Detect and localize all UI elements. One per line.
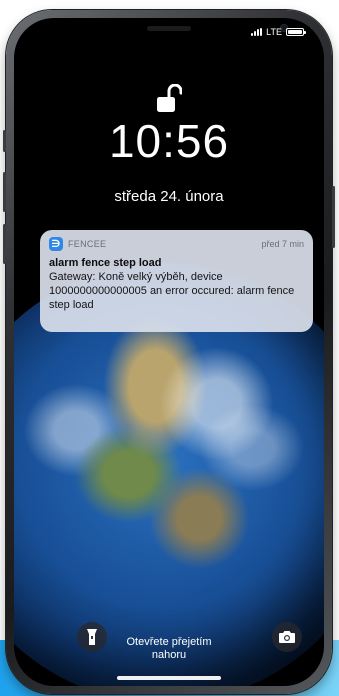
clock-date: středa 24. února <box>114 188 224 205</box>
notification-body: Gateway: Koně velký výběh, device 100000… <box>49 271 295 311</box>
notification-header: ∋ FENCEE před 7 min <box>49 237 304 251</box>
notification-time: před 7 min <box>261 239 304 249</box>
speaker-grille <box>147 26 191 31</box>
notification-card[interactable]: ∋ FENCEE před 7 min alarm fence step loa… <box>40 230 313 332</box>
swipe-to-open-hint: Otevřete přejetím nahoru <box>14 636 324 662</box>
status-bar: LTE <box>251 27 306 37</box>
notification-app-name: FENCEE <box>68 239 107 249</box>
unlock-icon <box>157 84 182 112</box>
power-button <box>332 186 335 248</box>
clock-time: 10:56 <box>108 115 230 167</box>
notch <box>84 18 288 44</box>
mute-switch <box>3 130 6 152</box>
swipe-hint-line2: nahoru <box>151 649 187 661</box>
phone-frame: LTE 10:56 středa 24. února ∋ FENCEE před… <box>3 10 335 694</box>
volume-down-button <box>3 224 6 264</box>
network-type: LTE <box>266 27 282 37</box>
home-indicator[interactable] <box>117 676 221 680</box>
fencee-app-icon: ∋ <box>49 237 63 251</box>
lock-screen[interactable]: LTE 10:56 středa 24. února ∋ FENCEE před… <box>14 18 324 686</box>
swipe-hint-line1: Otevřete přejetím <box>126 636 212 648</box>
notification-title: alarm fence step load <box>49 257 162 269</box>
volume-up-button <box>3 172 6 212</box>
signal-icon <box>251 28 263 36</box>
battery-icon <box>286 28 306 36</box>
